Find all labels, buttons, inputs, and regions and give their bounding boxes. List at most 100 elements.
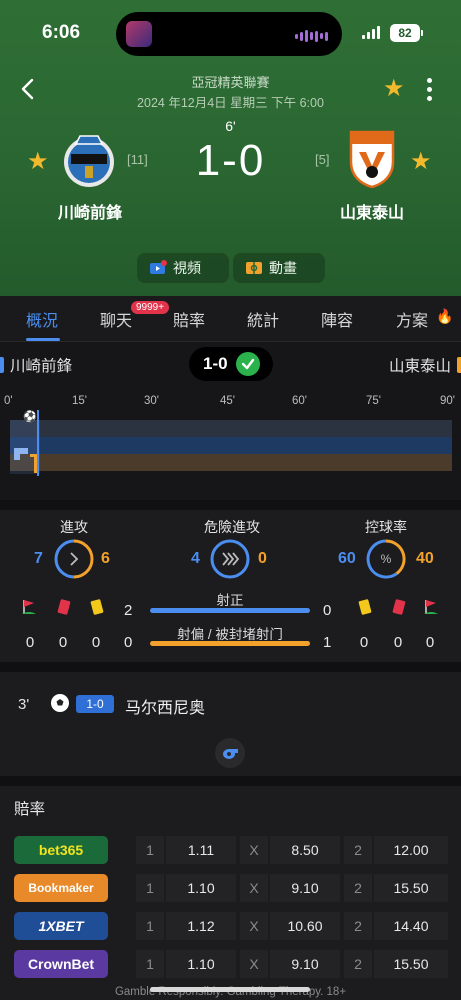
odds-away[interactable]: 15.50 (374, 874, 448, 902)
home-team-crest-icon[interactable] (62, 130, 116, 190)
shots-off-home: 0 (124, 634, 133, 651)
event-player[interactable]: 马尔西尼奥 (125, 694, 205, 718)
away-team-crest-icon[interactable] (347, 130, 397, 188)
odds-home[interactable]: 1.11 (166, 836, 236, 864)
home-rank: [11] (127, 152, 148, 167)
odds-draw[interactable]: 9.10 (270, 950, 340, 978)
home-indicator (150, 987, 310, 992)
active-tab-indicator (26, 338, 60, 341)
odds-draw[interactable]: 9.10 (270, 874, 340, 902)
dynamic-island (116, 12, 342, 56)
home-yellow-cards: 0 (91, 634, 101, 651)
away-corners: 0 (425, 634, 435, 651)
away-rank: [5] (315, 152, 330, 167)
odds-title: 賠率 (14, 801, 46, 818)
favorite-home-star-icon[interactable]: ★ (27, 147, 49, 176)
possession-label: 控球率 (365, 519, 407, 535)
odds-row[interactable]: 1XBET 1 1.12 X 10.60 2 14.40 (0, 912, 461, 942)
odds-away[interactable]: 15.50 (374, 950, 448, 978)
dangerous-ring-icon (210, 539, 250, 579)
corner-flag-icon (22, 600, 36, 614)
odds-row[interactable]: Bookmaker 1 1.10 X 9.10 2 15.50 (0, 874, 461, 904)
tab-stats[interactable]: 統計 (247, 307, 279, 331)
cellular-signal-icon (362, 26, 380, 39)
hot-fire-icon: 🔥 (436, 308, 454, 324)
favorite-away-star-icon[interactable]: ★ (410, 147, 432, 176)
section-divider (0, 662, 461, 672)
home-team-label: 川崎前鋒 (0, 354, 72, 376)
events-panel: 3' 1-0 马尔西尼奥 (0, 672, 461, 776)
away-team-label: 山東泰山 (389, 354, 461, 376)
odds-draw[interactable]: 8.50 (270, 836, 340, 864)
odds-label-x: X (240, 836, 268, 864)
odds-home[interactable]: 1.10 (166, 950, 236, 978)
odds-label-1: 1 (136, 836, 164, 864)
shots-off-bar (150, 641, 310, 646)
status-time: 6:06 (42, 22, 81, 43)
tab-bar: 概況 聊天 賠率 統計 陣容 方案 (0, 296, 461, 342)
more-options-icon[interactable] (425, 78, 433, 101)
timeline-tick: 90' (440, 395, 455, 407)
event-score: 1-0 (76, 695, 114, 713)
video-button[interactable]: 視頻 (137, 253, 229, 283)
timeline-tick: 0' (4, 395, 13, 407)
score-summary-bar: 川崎前鋒 1-0 山東泰山 (0, 342, 461, 388)
battery-icon: 82 (390, 24, 420, 42)
odds-row[interactable]: CrownBet 1 1.10 X 9.10 2 15.50 (0, 950, 461, 980)
home-red-cards: 0 (58, 634, 68, 651)
match-header: 6:06 82 亞冠精英聯賽 2024 年12月4日 星期三 下午 6:00 ★… (0, 0, 461, 296)
shots-on-label: 射正 (216, 593, 244, 608)
shots-off-label: 射偏 / 被封堵射门 (177, 627, 283, 642)
odds-label-x: X (240, 950, 268, 978)
match-timeline: 0' 15' 30' 45' 60' 75' 90' ⚽ (0, 388, 461, 500)
attacks-label: 進攻 (60, 519, 88, 535)
odds-row[interactable]: bet365 1 1.11 X 8.50 2 12.00 (0, 836, 461, 866)
shots-on-bar (150, 608, 310, 613)
dangerous-attacks-label: 危險進攻 (204, 519, 260, 535)
yellow-card-icon (90, 599, 104, 615)
odds-label-1: 1 (136, 950, 164, 978)
home-team-name[interactable]: 川崎前鋒 (48, 199, 132, 223)
audio-wave-icon (295, 30, 328, 42)
odds-label-x: X (240, 912, 268, 940)
away-team-name[interactable]: 山東泰山 (330, 199, 414, 223)
video-icon (150, 260, 167, 274)
possession-ring-icon: % (366, 539, 406, 579)
favorite-match-star-icon[interactable]: ★ (383, 77, 405, 101)
attacks-home: 7 (34, 550, 43, 567)
odds-label-2: 2 (344, 874, 372, 902)
animation-button[interactable]: 動畫 (233, 253, 325, 283)
bookmaker-bet365-logo[interactable]: bet365 (14, 836, 108, 864)
score-pill-text: 1-0 (203, 354, 228, 373)
odds-home[interactable]: 1.10 (166, 874, 236, 902)
bookmaker-bookmaker-logo[interactable]: Bookmaker (14, 874, 108, 902)
tab-odds[interactable]: 賠率 (173, 307, 205, 331)
red-card-icon (57, 599, 71, 615)
whistle-icon[interactable] (215, 738, 245, 768)
goal-ball-icon: ⚽ (23, 411, 37, 423)
timeline-tick: 45' (220, 395, 235, 407)
odds-home[interactable]: 1.12 (166, 912, 236, 940)
odds-panel: 賠率 bet365 1 1.11 X 8.50 2 12.00 Bookmake… (0, 786, 461, 1000)
odds-away[interactable]: 12.00 (374, 836, 448, 864)
tab-lineup[interactable]: 陣容 (321, 307, 353, 331)
bookmaker-crownbet-logo[interactable]: CrownBet (14, 950, 108, 978)
section-divider (0, 776, 461, 786)
shots-on-home: 2 (124, 602, 133, 619)
timeline-tick: 30' (144, 395, 159, 407)
svg-text:%: % (381, 552, 392, 566)
attacks-away: 6 (101, 550, 110, 567)
corner-flag-icon (424, 600, 438, 614)
odds-draw[interactable]: 10.60 (270, 912, 340, 940)
tab-chat[interactable]: 聊天 (100, 307, 132, 331)
bookmaker-1xbet-logo[interactable]: 1XBET (14, 912, 108, 940)
animation-label: 動畫 (269, 260, 297, 276)
tab-overview[interactable]: 概況 (26, 307, 58, 331)
timeline-tick: 15' (72, 395, 87, 407)
chat-count-badge: 9999+ (131, 301, 170, 314)
dangerous-away: 0 (258, 550, 267, 567)
odds-label-x: X (240, 874, 268, 902)
odds-away[interactable]: 14.40 (374, 912, 448, 940)
tab-tips[interactable]: 方案 (396, 307, 428, 331)
event-minute: 3' (18, 696, 30, 713)
